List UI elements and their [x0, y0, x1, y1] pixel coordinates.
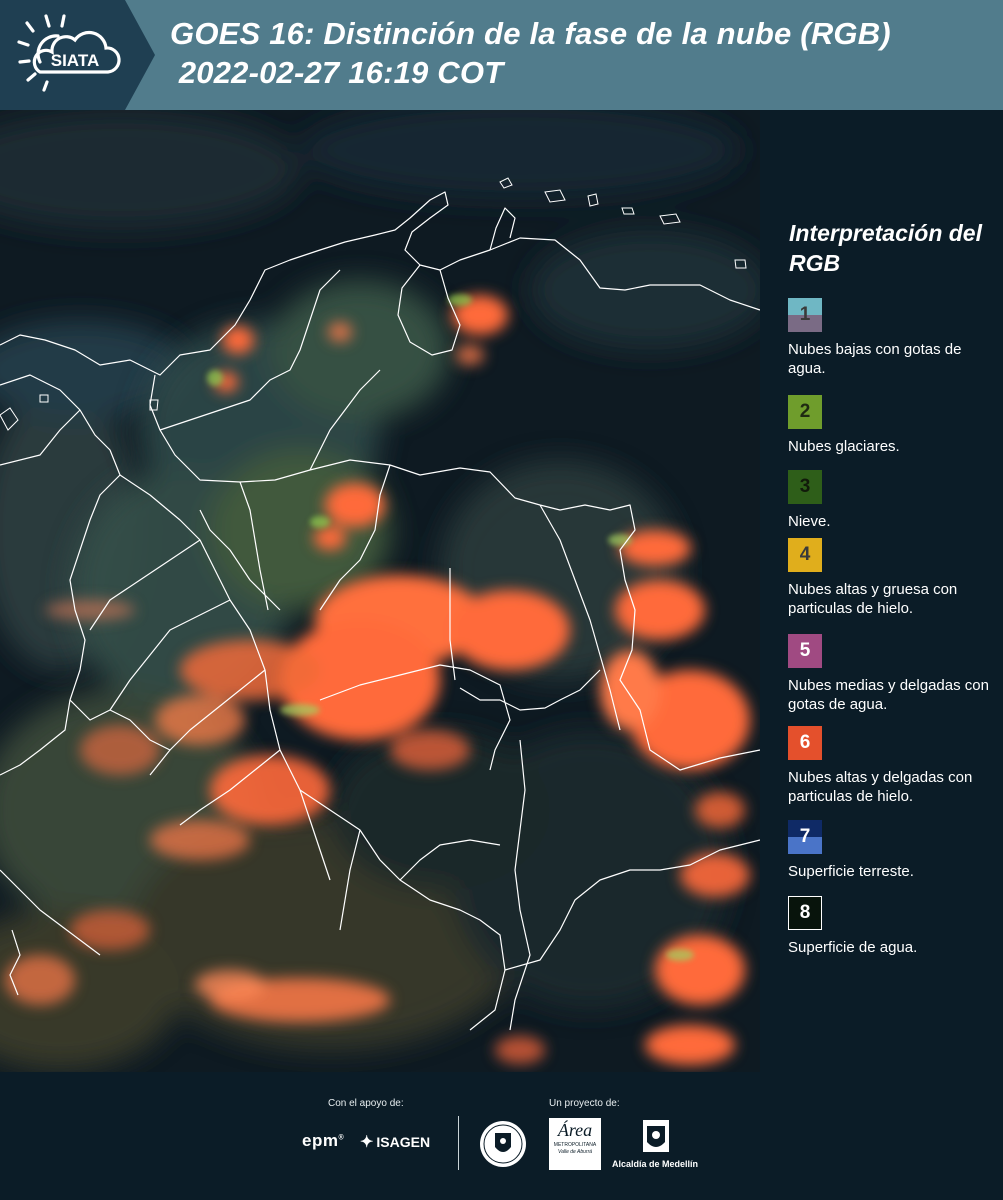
- siata-logo-block: SIATA: [0, 0, 155, 110]
- legend-label-5: Nubes medias y delgadas con gotas de agu…: [788, 677, 989, 713]
- alcaldia-logo-text: Alcaldía de Medellín: [612, 1159, 699, 1169]
- legend-label-7: Superficie terreste.: [788, 863, 914, 880]
- legend-item-4: 4 Nubes altas y gruesa con particulas de…: [788, 538, 1003, 618]
- legend-item-8: 8 Superficie de agua.: [788, 896, 1003, 957]
- medellin-seal-icon: [480, 1121, 526, 1167]
- logo-text: SIATA: [51, 51, 99, 70]
- footer-divider: [458, 1116, 459, 1170]
- map-canvas: [0, 110, 760, 1072]
- legend-swatch-3: 3: [788, 470, 822, 504]
- legend-label-3: Nieve.: [788, 513, 831, 530]
- area-logo-sub2: Valle de Aburrá: [557, 1149, 593, 1155]
- legend-num-7: 7: [799, 826, 811, 847]
- header-bar: SIATA GOES 16: Distinción de la fase de …: [0, 0, 1003, 110]
- legend-item-7: 7 Superficie terreste.: [788, 820, 1003, 881]
- legend-label-6: Nubes altas y delgadas con particulas de…: [788, 769, 973, 805]
- area-logo-sub1: METROPOLITANA: [553, 1142, 597, 1148]
- legend-swatch-7: 7: [788, 820, 822, 854]
- legend-panel: Interpretación del RGB 1 Nubes bajas con…: [775, 110, 1003, 1072]
- legend-label-1: Nubes bajas con gotas de agua.: [788, 341, 962, 377]
- legend-item-6: 6 Nubes altas y delgadas con particulas …: [788, 726, 1003, 806]
- legend-num-2: 2: [799, 401, 811, 422]
- legend-label-4: Nubes altas y gruesa con particulas de h…: [788, 581, 958, 617]
- support-label: Con el apoyo de:: [328, 1098, 404, 1109]
- project-label: Un proyecto de:: [549, 1098, 620, 1109]
- legend-swatch-5: 5: [788, 634, 822, 668]
- isagen-logo-text: ISAGEN: [376, 1134, 431, 1150]
- legend-item-1: 1 Nubes bajas con gotas de agua.: [788, 298, 1003, 378]
- title-line-1: GOES 16: Distinción de la fase de la nub…: [170, 16, 891, 51]
- legend-swatch-8: 8: [788, 896, 822, 930]
- legend-num-6: 6: [799, 732, 811, 753]
- title-line-2: 2022-02-27 16:19 COT: [170, 55, 504, 90]
- legend-item-3: 3 Nieve.: [788, 470, 1003, 531]
- legend-num-5: 5: [799, 640, 811, 661]
- area-metropolitana-logo: Área METROPOLITANA Valle de Aburrá: [549, 1118, 601, 1170]
- isagen-star-icon: ✦: [360, 1134, 374, 1151]
- legend-swatch-1: 1: [788, 298, 822, 332]
- alcaldia-shield-icon: [643, 1120, 669, 1152]
- legend-swatch-2: 2: [788, 395, 822, 429]
- legend-label-2: Nubes glaciares.: [788, 438, 900, 455]
- legend-num-4: 4: [799, 544, 811, 565]
- epm-logo-text: epm: [302, 1131, 339, 1150]
- footer: Con el apoyo de: Un proyecto de: epm® ✦ …: [0, 1072, 1003, 1200]
- legend-swatch-6: 6: [788, 726, 822, 760]
- legend-swatch-4: 4: [788, 538, 822, 572]
- map-right-strip: [760, 110, 775, 1072]
- isagen-logo: ✦ ISAGEN: [360, 1132, 430, 1152]
- legend-title: Interpretación del RGB: [789, 220, 982, 276]
- legend-num-8: 8: [799, 902, 811, 923]
- epm-logo: epm®: [302, 1131, 344, 1151]
- legend-item-5: 5 Nubes medias y delgadas con gotas de a…: [788, 634, 1003, 714]
- legend-label-8: Superficie de agua.: [788, 939, 918, 956]
- legend-num-3: 3: [799, 476, 811, 497]
- area-logo-text: Área: [557, 1120, 593, 1140]
- legend-item-2: 2 Nubes glaciares.: [788, 395, 1003, 456]
- legend-num-1: 1: [799, 304, 811, 325]
- page-title: GOES 16: Distinción de la fase de la nub…: [170, 14, 891, 92]
- epm-registered: ®: [338, 1134, 345, 1142]
- satellite-map[interactable]: [0, 110, 760, 1072]
